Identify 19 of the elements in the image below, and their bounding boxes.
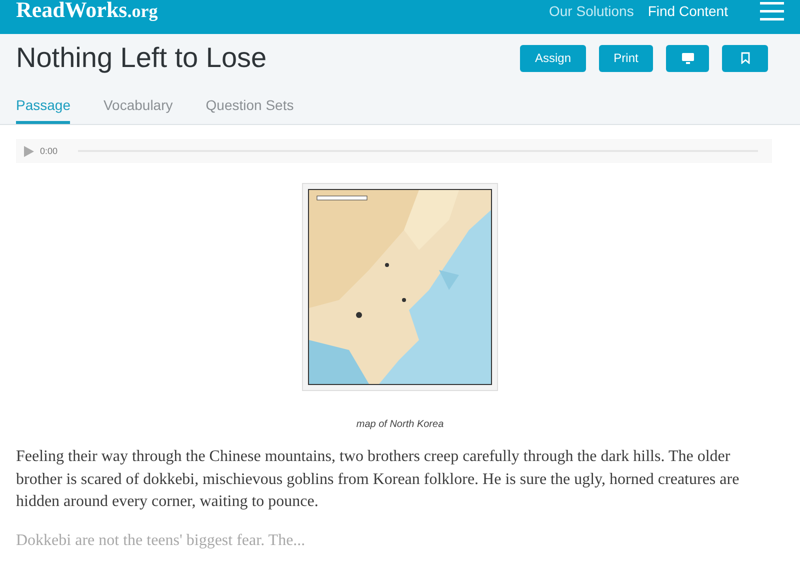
present-button[interactable] bbox=[666, 44, 709, 72]
assign-button[interactable]: Assign bbox=[520, 44, 586, 72]
passage-paragraph: Feeling their way through the Chinese mountains, two brothers creep carefully through the dark hills. The older brother is scared of dokkebi, mischievous goblins from Korean folklore. He is sure the ugly, horned creatures are hidden around every corner, waiting to pounce. bbox=[16, 447, 740, 512]
tab[interactable]: Passage bbox=[16, 97, 70, 124]
site-logo[interactable]: ReadWorks.org bbox=[16, 0, 158, 23]
bookmark-button[interactable] bbox=[722, 44, 768, 72]
page-title: Nothing Left to Lose bbox=[16, 42, 267, 74]
print-button[interactable]: Print bbox=[599, 44, 653, 72]
monitor-icon bbox=[682, 52, 694, 64]
tab[interactable]: Question Sets bbox=[206, 97, 294, 124]
bookmark-icon bbox=[740, 52, 750, 64]
play-icon[interactable] bbox=[24, 146, 34, 156]
nav-link[interactable]: Our Solutions bbox=[549, 3, 634, 19]
passage-paragraph: Dokkebi are not the teens' biggest fear. The... bbox=[16, 530, 306, 550]
audio-time: 0:00 bbox=[40, 146, 58, 156]
tab[interactable]: Vocabulary bbox=[103, 97, 173, 124]
menu-icon[interactable] bbox=[760, 1, 784, 21]
nav-link[interactable]: Find Content bbox=[648, 3, 728, 19]
figure-caption: map of North Korea bbox=[356, 419, 444, 430]
